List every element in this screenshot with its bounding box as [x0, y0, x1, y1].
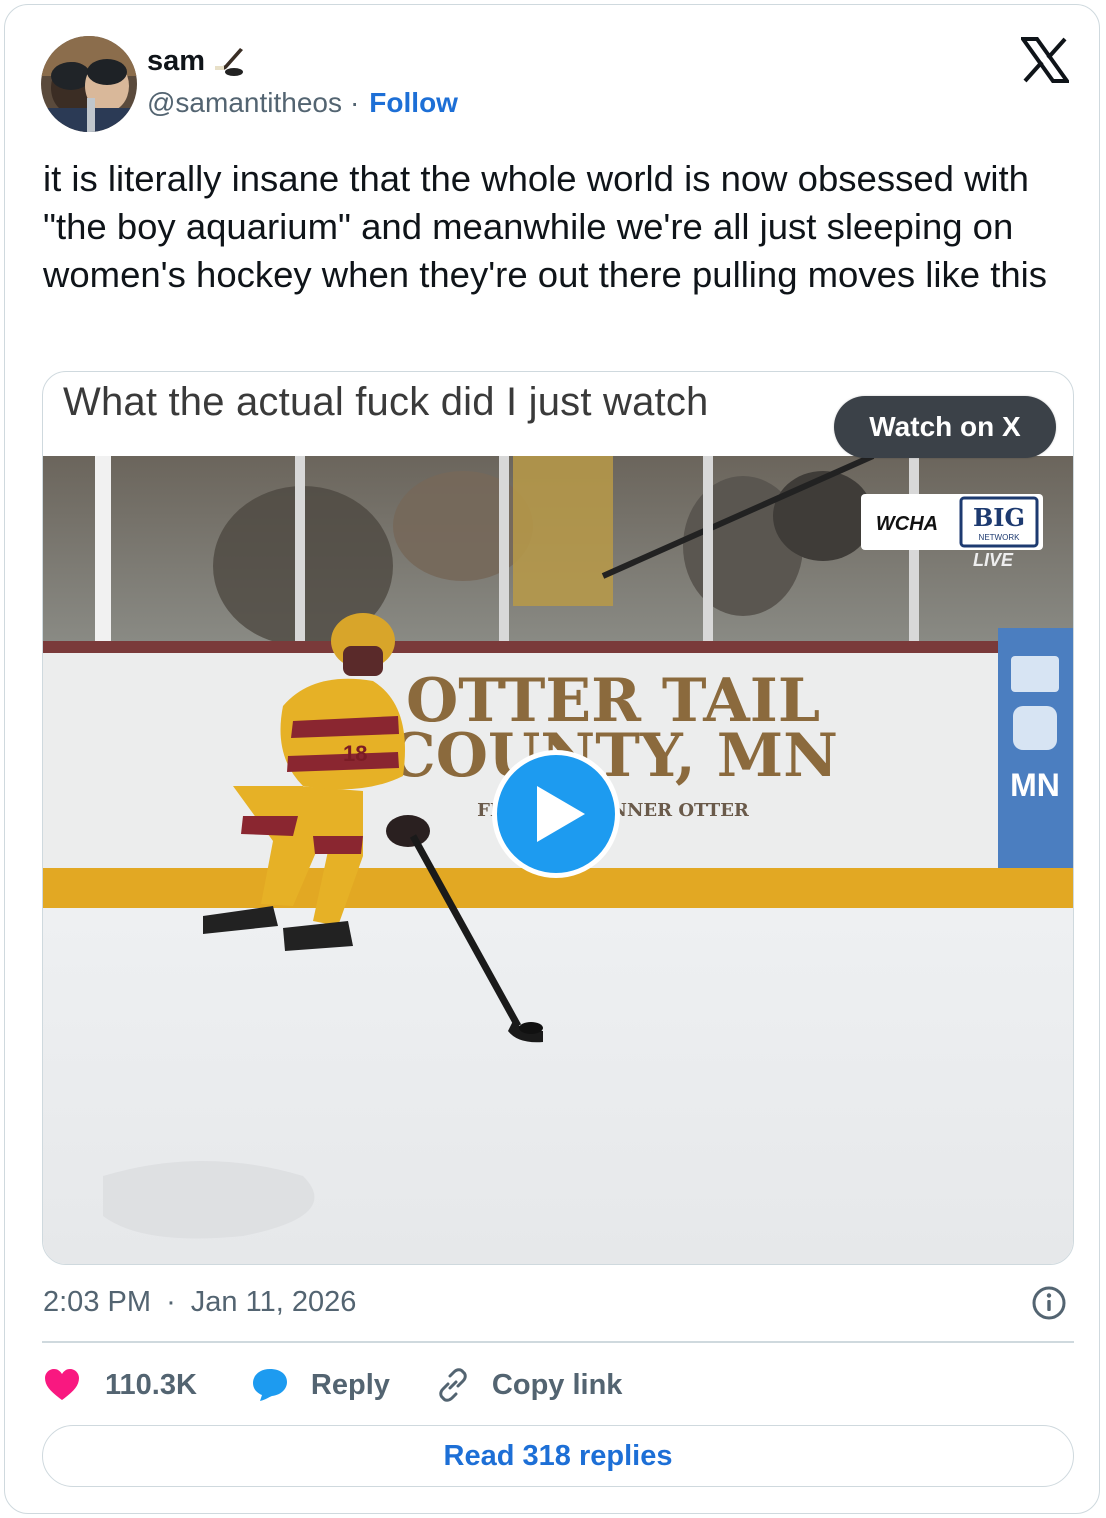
link-icon[interactable]: [434, 1366, 472, 1404]
like-action[interactable]: 110.3K: [43, 1368, 197, 1402]
action-bar: 110.3K Reply Copy link: [43, 1363, 622, 1407]
like-count: 110.3K: [105, 1368, 197, 1401]
side-ad-text: MN: [1010, 767, 1060, 803]
tweet-time[interactable]: 2:03 PM: [43, 1286, 151, 1318]
broadcast-logo-right: BIG: [973, 503, 1025, 532]
handle-row: @samantitheos · Follow: [147, 87, 458, 119]
broadcast-logo-left: WCHA: [876, 513, 938, 535]
tweet-card: sam @samantitheos · Follow it is literal…: [4, 4, 1100, 1514]
time-separator: ·: [166, 1286, 176, 1318]
video-caption: What the actual fuck did I just watch: [63, 380, 709, 424]
play-icon: [537, 786, 585, 842]
handle[interactable]: @samantitheos: [147, 87, 342, 119]
follow-button[interactable]: Follow: [369, 87, 458, 119]
play-button[interactable]: [492, 750, 620, 878]
info-icon[interactable]: [1031, 1285, 1067, 1321]
heart-icon[interactable]: [43, 1368, 81, 1402]
broadcast-logo-sub: NETWORK: [979, 533, 1021, 542]
broadcast-live: LIVE: [973, 550, 1014, 570]
read-replies-button[interactable]: Read 318 replies: [42, 1425, 1074, 1487]
display-name[interactable]: sam: [147, 45, 205, 78]
media-card[interactable]: What the actual fuck did I just watch OT…: [42, 371, 1074, 1265]
copy-link-label: Copy link: [491, 1368, 623, 1401]
tweet-date[interactable]: Jan 11, 2026: [191, 1286, 357, 1318]
divider: [42, 1341, 1074, 1343]
tweet-text: it is literally insane that the whole wo…: [43, 158, 1047, 295]
reply-label: Reply: [310, 1368, 390, 1401]
jersey-number: 18: [343, 741, 367, 766]
avatar[interactable]: [41, 36, 137, 132]
hockey-stick-icon: [215, 47, 244, 76]
reply-action[interactable]: Reply: [251, 1367, 390, 1403]
author-name[interactable]: sam: [147, 45, 247, 78]
copy-link-action[interactable]: Copy link: [434, 1366, 623, 1404]
x-logo-icon[interactable]: [1021, 37, 1069, 83]
avatar-image: [41, 36, 137, 132]
handle-separator: ·: [349, 87, 360, 118]
timestamp-row[interactable]: 2:03 PM · Jan 11, 2026: [43, 1286, 356, 1319]
reply-bubble-icon[interactable]: [251, 1367, 289, 1403]
watch-on-x-button[interactable]: Watch on X: [834, 396, 1056, 458]
board-ad-line2: COUNTY, MN: [388, 721, 838, 791]
